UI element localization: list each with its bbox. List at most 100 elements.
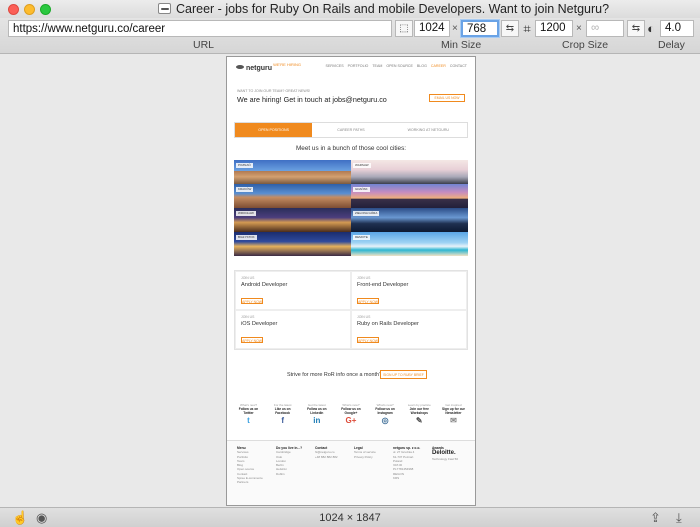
deloitte-subtitle: Technology Fast 50 [432, 457, 459, 462]
social-facebook[interactable]: For the latest Like us on Facebook f [268, 403, 297, 427]
crop-height-input[interactable]: ∞ [586, 20, 624, 37]
job-card: JOIN US Android Developer APPLY NOW [235, 271, 351, 310]
job-title[interactable]: Android Developer [241, 282, 345, 288]
google-plus-icon: G+ [345, 416, 357, 425]
minimize-window-button[interactable] [24, 4, 35, 15]
social-label: Follow us on Instagram [375, 407, 395, 415]
footer-link[interactable]: Partners [237, 480, 263, 484]
city-label: WARSAW [353, 163, 371, 168]
workshop-icon: ✎ [415, 416, 423, 425]
nav-services[interactable]: SERVICES [326, 64, 344, 68]
footer-company: netguru sp. z o.o. ul. 27 Grudnia 4 61-7… [393, 446, 420, 480]
footer-menu: Menu Services Portfolio Team Blog Open s… [237, 446, 263, 485]
download-icon[interactable]: ⤓ [676, 510, 682, 526]
nav-portfolio[interactable]: PORTFOLIO [348, 64, 369, 68]
apply-button[interactable]: APPLY NOW [357, 337, 379, 343]
city-label: BIAŁYSTOK [236, 235, 257, 240]
share-icon[interactable]: ⇪ [650, 510, 661, 526]
delay-input[interactable]: 4.0 [660, 20, 694, 37]
city-tile[interactable]: KRAKÓW [234, 184, 351, 208]
close-window-button[interactable] [8, 4, 19, 15]
email-us-button[interactable]: EMAIL US NOW [429, 94, 465, 102]
footer-link[interactable]: Terms of service [354, 450, 376, 454]
apply-button[interactable]: APPLY NOW [357, 298, 379, 304]
city-tile[interactable]: REMOTE [351, 232, 468, 256]
job-kicker: JOIN US [357, 315, 371, 319]
nav-career[interactable]: CAREER [431, 64, 446, 68]
social-google-plus[interactable]: What's new? Follow us on Google+ G+ [336, 403, 365, 427]
social-workshops[interactable]: Learn by practice Join our free Workshops… [405, 403, 434, 427]
footer-link[interactable]: Privacy Policy [354, 455, 376, 459]
crop-size-times: × [576, 23, 582, 34]
delay-icon: ◐ [647, 21, 655, 36]
job-title[interactable]: iOS Developer [241, 321, 345, 327]
preview-canvas: netguruWE'RE HIRING SERVICES PORTFOLIO T… [0, 55, 700, 507]
nav-blog[interactable]: BLOG [417, 64, 427, 68]
apply-button[interactable]: APPLY NOW [241, 337, 263, 343]
city-tile[interactable]: POZNAŃ [234, 160, 351, 184]
footer-locations: Do you live in...? Cambridge Oslo London… [276, 446, 302, 476]
newsletter-text: Strive for more RoR info once a month? [287, 372, 382, 378]
site-logo[interactable]: netguruWE'RE HIRING [236, 62, 301, 72]
city-tile[interactable]: ZIELONA GÓRA [351, 208, 468, 232]
job-list: JOIN US Android Developer APPLY NOW JOIN… [234, 270, 468, 350]
nav-team[interactable]: TEAM [372, 64, 382, 68]
min-size-swap-icon[interactable]: ⇆ [501, 20, 519, 37]
city-tile[interactable]: WARSAW [351, 160, 468, 184]
crop-size-label: Crop Size [562, 39, 609, 51]
social-linkedin[interactable]: Get the latest Follow us on LinkedIn in [302, 403, 331, 427]
cities-heading: Meet us in a bunch of those cool cities: [295, 145, 407, 152]
deloitte-logo: Deloitte. [432, 450, 456, 457]
nav-open-source[interactable]: OPEN SOURCE [386, 64, 413, 68]
city-label: ZIELONA GÓRA [353, 211, 380, 216]
newsletter-banner: Strive for more RoR info once a month? S… [227, 369, 475, 383]
delay-label: Delay [658, 39, 685, 51]
netguru-logo-icon [236, 65, 244, 69]
tab-working-at-netguru[interactable]: WORKING AT NETGURU [390, 123, 467, 137]
ruby-brief-signup-button[interactable]: SIGN UP TO RUBY BRIEF [380, 370, 427, 379]
social-twitter[interactable]: What's new? Follow us on Twitter t [234, 403, 263, 427]
footer-address: KRS [393, 476, 400, 481]
tab-open-positions[interactable]: OPEN POSITIONS [235, 123, 313, 137]
crop-icon[interactable]: ⌗ [520, 20, 534, 37]
job-title[interactable]: Ruby on Rails Developer [357, 321, 461, 327]
footer-awards: Awards Deloitte. Technology Fast 50 [432, 446, 458, 462]
job-card: JOIN US iOS Developer APPLY NOW [235, 310, 351, 349]
min-size-toggle-icon[interactable]: ⬚ [395, 20, 413, 37]
window-title-text: Career - jobs for Ruby On Rails and mobi… [176, 2, 610, 16]
min-width-input[interactable]: 1024 [414, 20, 450, 37]
url-input[interactable] [8, 20, 392, 37]
status-bar: ☝ ◉ 1024 × 1847 ⇪ ⤓ [0, 507, 700, 527]
nav-contact[interactable]: CONTACT [450, 64, 467, 68]
facebook-icon: f [281, 416, 284, 425]
window-title: Career - jobs for Ruby On Rails and mobi… [158, 2, 609, 16]
toolbar: URL ⬚ 1024 × 768 ⇆ Min Size ⌗ 1200 × ∞ ⇆… [0, 18, 700, 54]
min-size-times: × [452, 23, 458, 34]
crop-width-input[interactable]: 1200 [535, 20, 573, 37]
footer-link[interactable]: Dublin [276, 472, 302, 476]
social-label: Follow us on Google+ [341, 407, 361, 415]
footer-email-link[interactable]: hi@netguru.co [315, 450, 338, 454]
social-newsletter[interactable]: Get inspired Sign up for our Newsletter ✉ [439, 403, 468, 427]
job-kicker: JOIN US [241, 315, 255, 319]
page-preview[interactable]: netguruWE'RE HIRING SERVICES PORTFOLIO T… [226, 56, 476, 506]
social-links: What's new? Follow us on Twitter t For the… [234, 403, 468, 427]
hiring-email-link[interactable]: jobs@netguru.co [332, 95, 386, 104]
city-tile[interactable]: GDAŃSK [351, 184, 468, 208]
footer-legal: Legal Terms of service Privacy Policy [354, 446, 376, 459]
tab-career-paths[interactable]: CAREER PATHS [312, 123, 389, 137]
maximize-window-button[interactable] [40, 4, 51, 15]
job-title[interactable]: Front-end Developer [357, 282, 461, 288]
city-label: WROCŁAW [236, 211, 256, 216]
hiring-kicker: WANT TO JOIN OUR TEAM? GREAT NEWS! [237, 89, 311, 93]
crop-size-swap-icon[interactable]: ⇆ [627, 20, 645, 37]
apply-button[interactable]: APPLY NOW [241, 298, 263, 304]
social-label: Sign up for our Newsletter [442, 407, 465, 415]
social-instagram[interactable]: What's new? Follow us on Instagram ◎ [371, 403, 400, 427]
social-label: Join our free Workshops [409, 407, 429, 415]
city-tile[interactable]: WROCŁAW [234, 208, 351, 232]
title-bar: Career - jobs for Ruby On Rails and mobi… [0, 0, 700, 18]
min-height-input[interactable]: 768 [461, 20, 499, 37]
site-nav: SERVICES PORTFOLIO TEAM OPEN SOURCE BLOG… [326, 64, 467, 68]
city-tile[interactable]: BIAŁYSTOK [234, 232, 351, 256]
